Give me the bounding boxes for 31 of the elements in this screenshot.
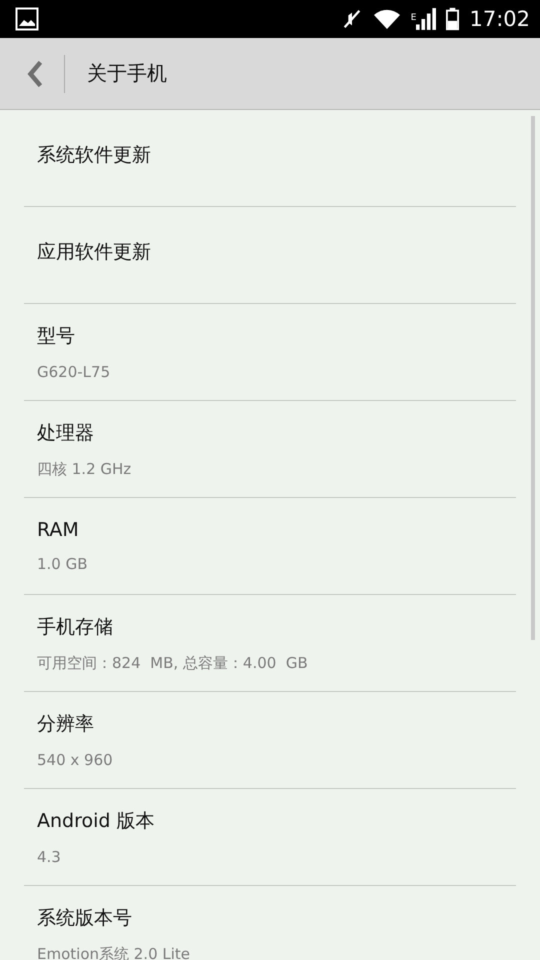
settings-item[interactable]: 分辨率 540 x 960 <box>24 692 516 789</box>
settings-item[interactable]: 处理器 四核 1.2 GHz <box>24 401 516 498</box>
item-summary: 四核 1.2 GHz <box>37 460 132 478</box>
picture-notification-icon <box>15 7 39 31</box>
clock: 17:02 <box>469 7 530 31</box>
settings-item[interactable]: 手机存储 可用空间：824 MB, 总容量：4.00 GB <box>24 595 516 692</box>
settings-item[interactable]: 系统软件更新 <box>24 110 516 207</box>
wifi-icon <box>372 8 401 30</box>
item-title: 分辨率 <box>37 712 95 737</box>
settings-item[interactable]: 应用软件更新 <box>24 207 516 304</box>
battery-icon <box>446 7 460 31</box>
item-title: 手机存储 <box>37 614 114 640</box>
item-summary: 可用空间：824 MB, 总容量：4.00 GB <box>37 654 309 672</box>
settings-item[interactable]: Android 版本 4.3 <box>24 789 516 886</box>
item-title: Android 版本 <box>37 809 156 834</box>
item-summary: G620-L75 <box>37 363 112 381</box>
settings-item[interactable]: 型号 G620-L75 <box>24 304 516 401</box>
back-icon <box>26 58 44 88</box>
settings-item[interactable]: RAM 1.0 GB <box>24 498 516 595</box>
item-title: 应用软件更新 <box>37 240 152 265</box>
screen-title: 关于手机 <box>87 60 167 87</box>
item-title: 型号 <box>37 324 76 349</box>
item-title: 系统版本号 <box>37 906 133 930</box>
item-title: RAM <box>37 519 80 541</box>
item-summary: 540 x 960 <box>37 751 114 769</box>
item-summary: 4.3 <box>37 848 62 866</box>
network-type: E <box>410 13 416 23</box>
item-title: 处理器 <box>37 420 95 446</box>
item-summary: 1.0 GB <box>37 555 89 573</box>
signal-icon <box>416 7 436 31</box>
item-title: 系统软件更新 <box>37 143 152 168</box>
